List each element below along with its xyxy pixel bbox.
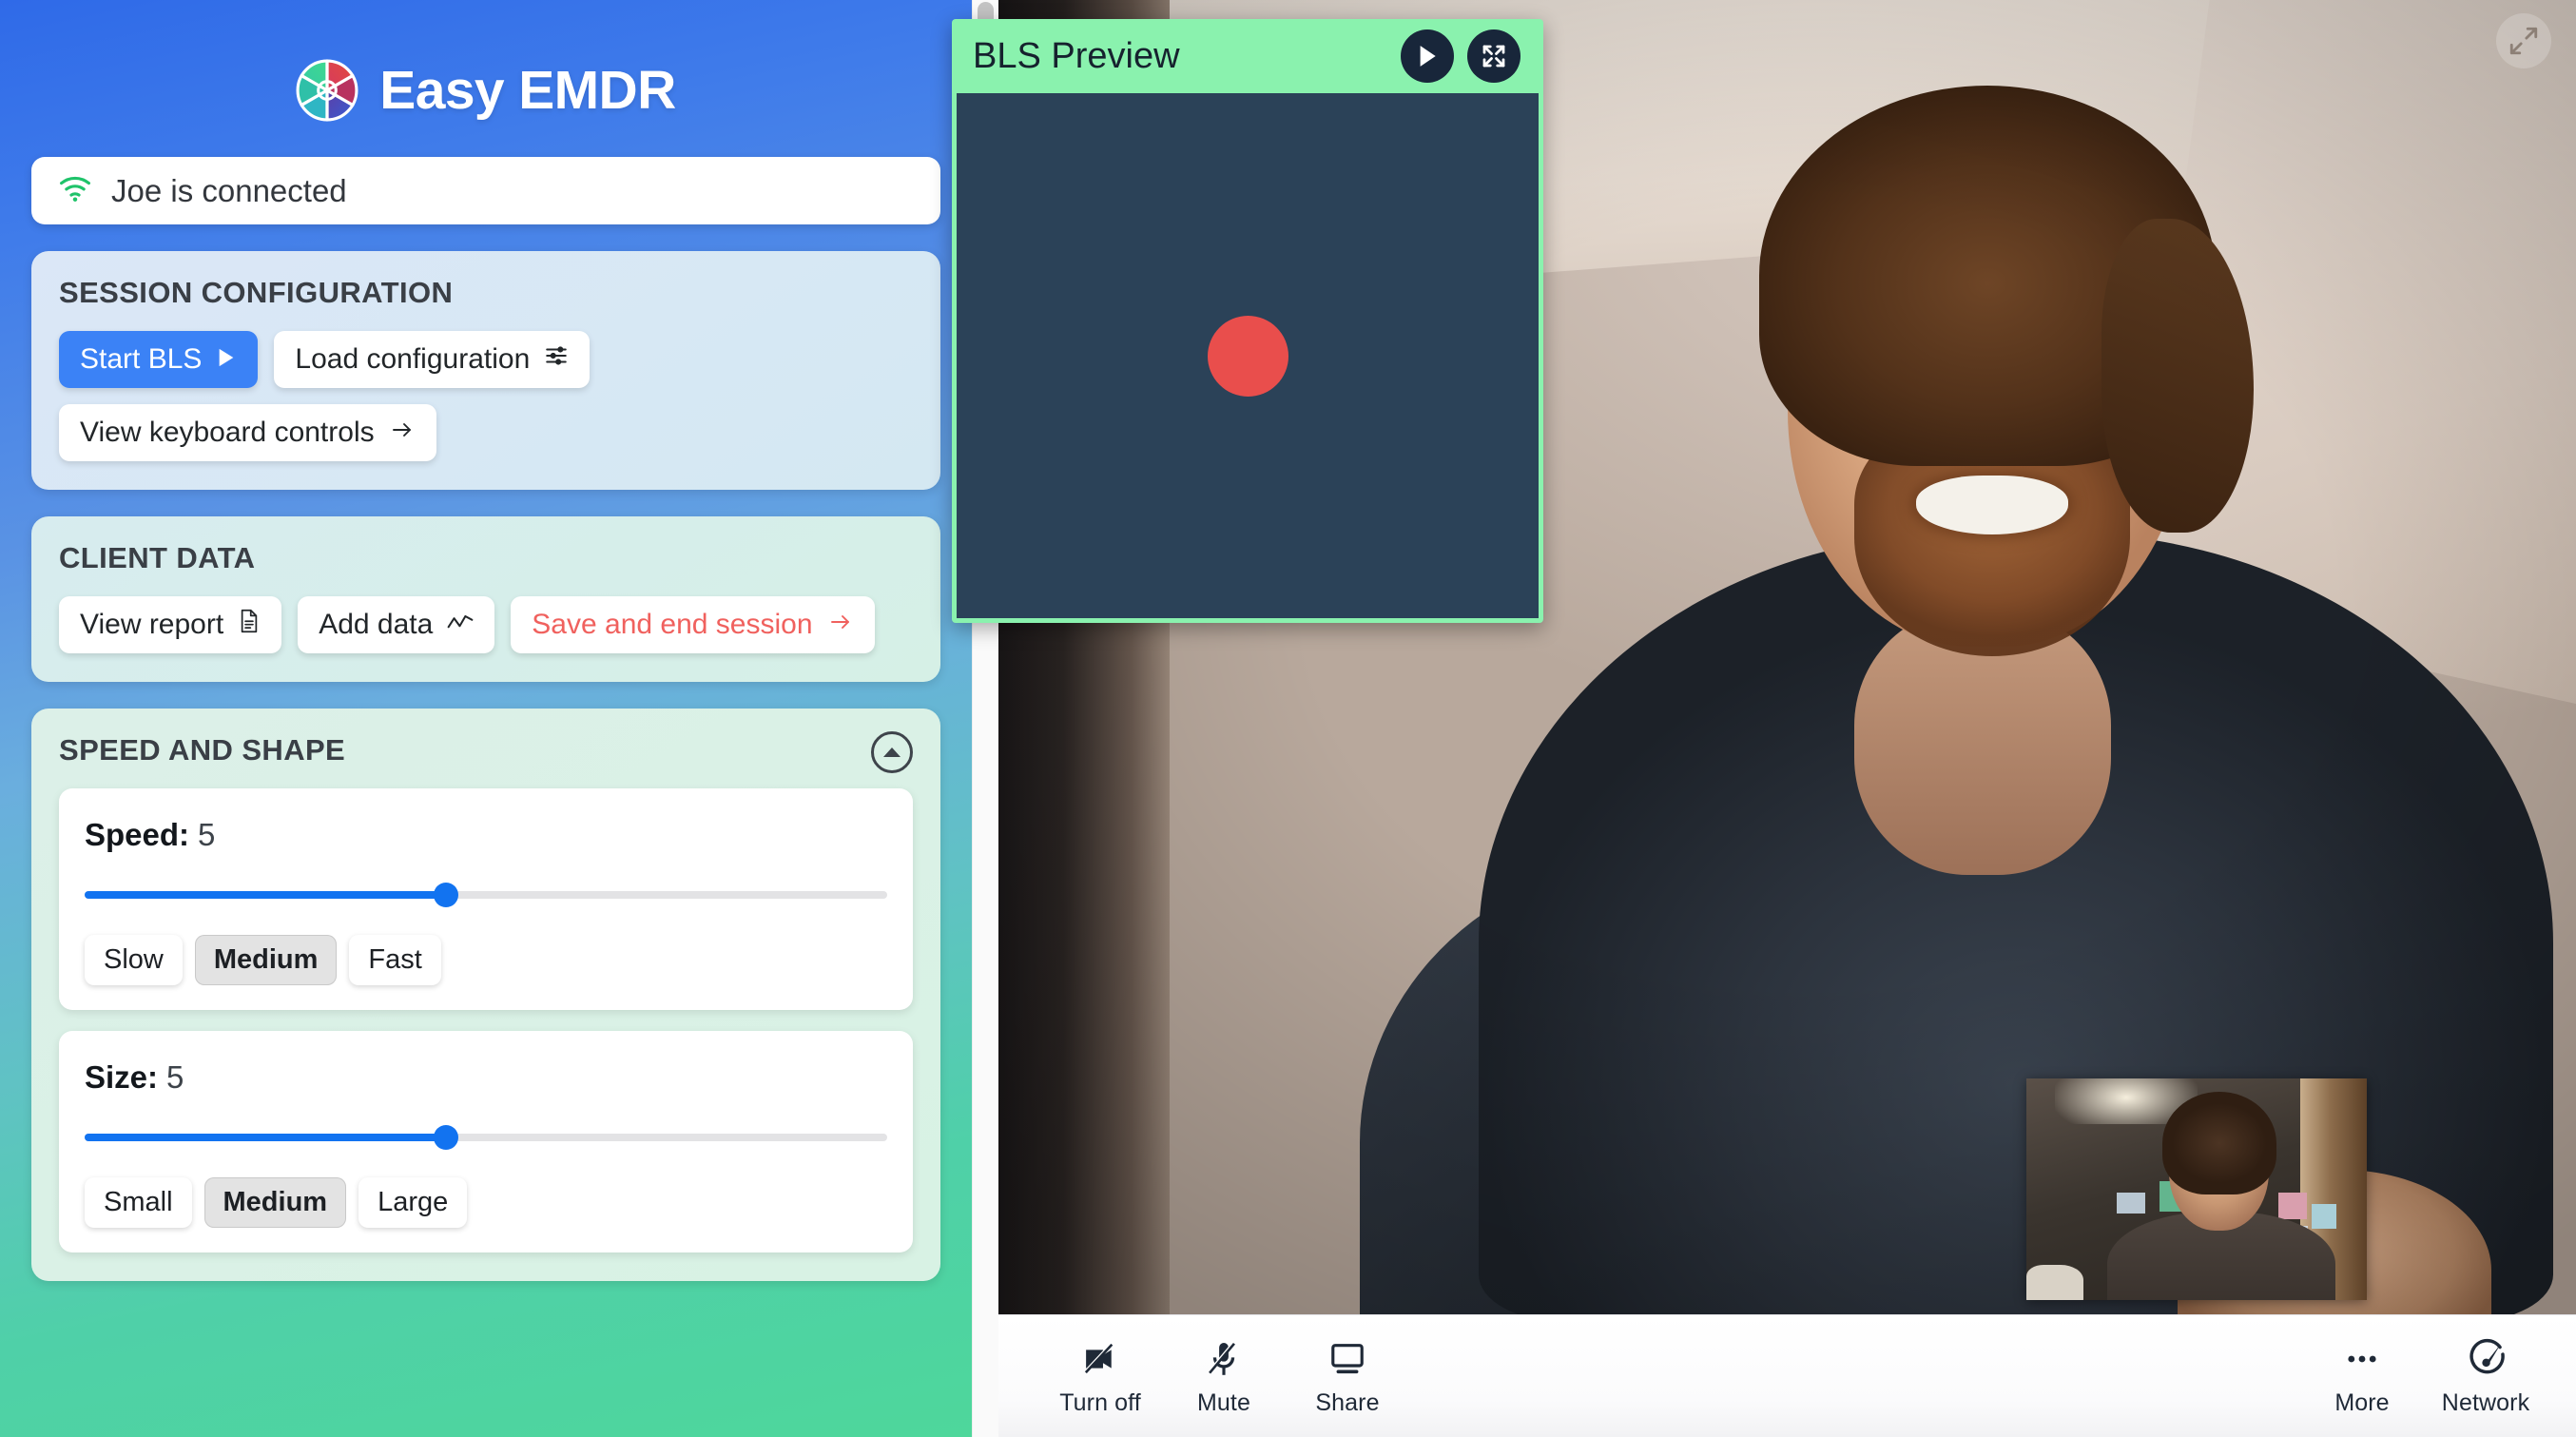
start-bls-label: Start BLS: [80, 343, 203, 375]
bls-play-button[interactable]: [1401, 29, 1454, 83]
bls-preview-title: BLS Preview: [973, 35, 1180, 76]
bls-target-dot: [1207, 315, 1288, 397]
app-brand: Easy EMDR: [0, 0, 972, 122]
session-configuration-card: SESSION CONFIGURATION Start BLS Load con…: [31, 251, 940, 490]
size-slider[interactable]: [85, 1125, 887, 1150]
view-keyboard-controls-label: View keyboard controls: [80, 417, 375, 448]
speed-slider[interactable]: [85, 883, 887, 907]
speed-control-panel: Speed: 5 Slow Medium Fast: [59, 788, 913, 1010]
speed-slider-fill: [85, 891, 446, 899]
view-report-label: View report: [80, 609, 224, 640]
load-configuration-label: Load configuration: [295, 343, 531, 375]
mic-off-icon: [1204, 1338, 1244, 1380]
speed-and-shape-title: SPEED AND SHAPE: [59, 733, 346, 767]
add-data-button[interactable]: Add data: [298, 596, 495, 653]
size-label-row: Size: 5: [85, 1059, 887, 1096]
share-screen-button[interactable]: Share: [1286, 1329, 1409, 1417]
arrow-right-icon: [389, 417, 416, 449]
call-controls-right: More Network: [2300, 1329, 2547, 1417]
aperture-logo-icon: [296, 59, 358, 122]
speed-preset-group: Slow Medium Fast: [85, 935, 887, 985]
document-icon: [238, 609, 261, 641]
share-label: Share: [1315, 1389, 1380, 1416]
app-title: Easy EMDR: [379, 60, 676, 121]
client-data-actions: View report Add data Save and end sessio…: [59, 596, 913, 653]
sliders-icon: [544, 343, 569, 376]
start-bls-button[interactable]: Start BLS: [59, 331, 259, 388]
speed-value: 5: [198, 817, 216, 852]
size-slider-thumb[interactable]: [433, 1125, 458, 1150]
save-and-end-session-label: Save and end session: [532, 609, 813, 640]
turn-off-camera-button[interactable]: Turn off: [1038, 1329, 1162, 1417]
load-configuration-button[interactable]: Load configuration: [274, 331, 591, 388]
mute-button[interactable]: Mute: [1162, 1329, 1286, 1417]
bls-preview-header: BLS Preview: [952, 19, 1543, 93]
more-label: More: [2334, 1389, 2390, 1416]
self-view-poster: [2312, 1204, 2336, 1229]
gauge-icon: [2465, 1338, 2507, 1380]
wifi-icon: [57, 174, 93, 207]
app-sidebar: Easy EMDR Joe is connected SESSION CONFI…: [0, 0, 972, 1437]
network-status-button[interactable]: Network: [2424, 1329, 2547, 1417]
network-label: Network: [2441, 1389, 2530, 1416]
size-preset-large[interactable]: Large: [358, 1177, 468, 1228]
ellipsis-icon: [2342, 1338, 2382, 1380]
screen-share-icon: [1327, 1338, 1367, 1380]
size-preset-group: Small Medium Large: [85, 1177, 887, 1228]
self-view-hair: [2162, 1092, 2276, 1194]
bls-preview-panel[interactable]: BLS Preview: [952, 19, 1543, 623]
save-and-end-session-button[interactable]: Save and end session: [511, 596, 875, 653]
size-preset-medium[interactable]: Medium: [203, 1177, 347, 1228]
more-options-button[interactable]: More: [2300, 1329, 2424, 1417]
arrow-right-icon: [827, 609, 854, 641]
call-control-bar: Turn off Mute Share More Network: [998, 1314, 2576, 1437]
bls-preview-canvas[interactable]: [957, 93, 1539, 618]
view-report-button[interactable]: View report: [59, 596, 282, 653]
connection-status-bar: Joe is connected: [31, 157, 940, 224]
speed-label: Speed:: [85, 817, 190, 852]
mute-label: Mute: [1197, 1389, 1250, 1416]
self-view-cushion: [2026, 1265, 2083, 1300]
self-view-poster: [2117, 1193, 2145, 1214]
self-view-poster: [2278, 1193, 2307, 1219]
call-controls-left: Turn off Mute Share: [1038, 1329, 1409, 1417]
turn-off-camera-label: Turn off: [1059, 1389, 1141, 1416]
client-data-card: CLIENT DATA View report Add data Save an…: [31, 516, 940, 682]
expand-diagonal-icon[interactable]: [2496, 13, 2551, 68]
session-configuration-actions: Start BLS Load configuration View keyboa…: [59, 331, 913, 461]
speed-preset-slow[interactable]: Slow: [85, 935, 183, 985]
bls-fullscreen-button[interactable]: [1467, 29, 1520, 83]
view-keyboard-controls-button[interactable]: View keyboard controls: [59, 404, 436, 461]
self-view-thumbnail[interactable]: [2026, 1078, 2367, 1300]
play-triangle-icon: [216, 343, 237, 376]
speed-preset-medium[interactable]: Medium: [194, 935, 338, 985]
size-slider-fill: [85, 1134, 446, 1141]
speed-slider-thumb[interactable]: [433, 883, 458, 907]
video-off-icon: [1080, 1338, 1120, 1380]
size-preset-small[interactable]: Small: [85, 1177, 192, 1228]
session-configuration-title: SESSION CONFIGURATION: [59, 276, 454, 309]
client-data-title: CLIENT DATA: [59, 541, 256, 574]
line-chart-icon: [447, 609, 474, 641]
chevron-up-circle-icon[interactable]: [871, 731, 913, 773]
size-label: Size:: [85, 1059, 159, 1095]
speed-label-row: Speed: 5: [85, 817, 887, 853]
connection-status-text: Joe is connected: [111, 172, 347, 208]
speed-preset-fast[interactable]: Fast: [349, 935, 441, 985]
size-control-panel: Size: 5 Small Medium Large: [59, 1031, 913, 1253]
size-value: 5: [166, 1059, 184, 1095]
add-data-label: Add data: [319, 609, 434, 640]
speed-and-shape-card: SPEED AND SHAPE Speed: 5 Slow Medium Fast: [31, 709, 940, 1281]
